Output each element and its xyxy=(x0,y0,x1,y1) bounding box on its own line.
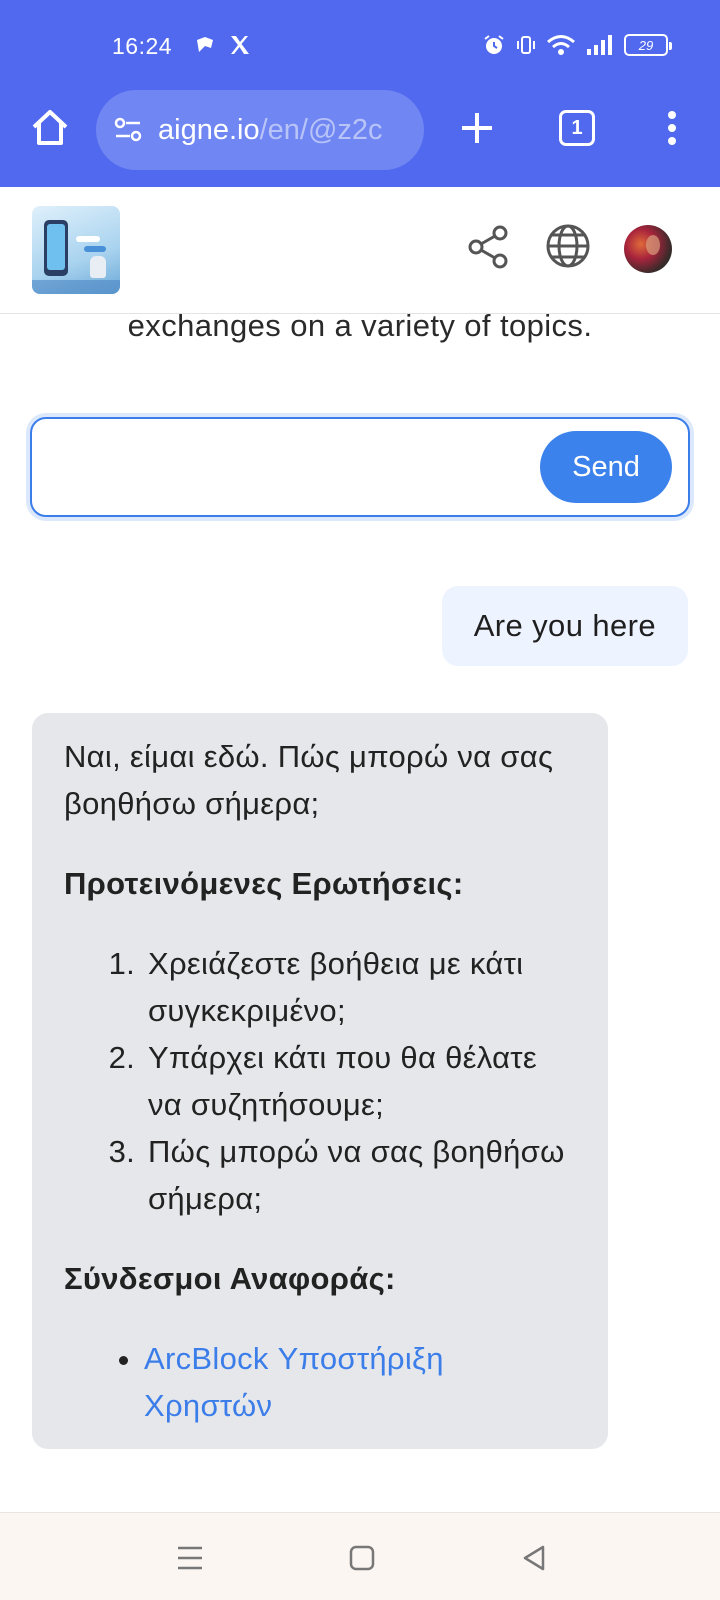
suggested-question[interactable]: Πώς μπορώ να σας βοηθήσω σήμερα; xyxy=(144,1128,576,1222)
game-controller-icon xyxy=(193,34,217,61)
suggested-questions-heading: Προτεινόμενες Ερωτήσεις: xyxy=(64,866,464,901)
browser-chrome: 16:24 29 aigne.io/en/@z2c 1 xyxy=(0,0,720,187)
home-icon xyxy=(32,110,68,145)
share-icon xyxy=(468,225,508,269)
user-avatar[interactable] xyxy=(624,225,672,273)
system-nav-bar xyxy=(0,1512,720,1600)
status-notification-icons xyxy=(193,34,251,61)
new-tab-button[interactable] xyxy=(452,100,502,156)
suggested-question[interactable]: Υπάρχει κάτι που θα θέλατε να συζητήσουμ… xyxy=(144,1034,576,1128)
more-vert-icon xyxy=(668,111,676,145)
tabs-icon: 1 xyxy=(559,110,595,146)
tab-switcher-button[interactable]: 1 xyxy=(552,100,602,156)
browser-menu-button[interactable] xyxy=(650,100,694,156)
signal-icon xyxy=(585,33,615,57)
back-triangle-icon xyxy=(523,1545,545,1571)
vibrate-icon xyxy=(515,33,537,57)
url-host: aigne.io xyxy=(158,113,260,146)
app-logo[interactable] xyxy=(32,206,120,294)
send-button[interactable]: Send xyxy=(540,431,672,503)
suggested-questions-list: Χρειάζεστε βοήθεια με κάτι συγκεκριμένο;… xyxy=(64,940,576,1222)
wifi-icon xyxy=(546,33,576,57)
reference-links-list: ArcBlock Υποστήριξη Χρηστών xyxy=(64,1335,576,1429)
recent-apps-button[interactable] xyxy=(173,1541,207,1575)
suggested-question[interactable]: Χρειάζεστε βοήθεια με κάτι συγκεκριμένο; xyxy=(144,940,576,1034)
url-text: aigne.io/en/@z2c xyxy=(158,114,383,147)
home-button[interactable] xyxy=(24,100,76,156)
chat-input-box: Send xyxy=(30,417,690,517)
user-message: Are you here xyxy=(441,586,688,666)
globe-icon xyxy=(546,224,590,268)
chat-input[interactable] xyxy=(48,433,548,503)
site-settings-icon[interactable] xyxy=(112,114,144,146)
assistant-message: Ναι, είμαι εδώ. Πώς μπορώ να σας βοηθήσω… xyxy=(32,713,608,1449)
language-button[interactable] xyxy=(545,223,591,269)
menu-lines-icon xyxy=(178,1546,202,1570)
address-bar[interactable]: aigne.io/en/@z2c xyxy=(96,90,424,170)
chat-composer: Send xyxy=(26,413,694,521)
share-button[interactable] xyxy=(466,224,512,270)
battery-icon: 29 xyxy=(624,34,672,56)
system-back-button[interactable] xyxy=(517,1541,551,1575)
system-home-button[interactable] xyxy=(345,1541,379,1575)
square-icon xyxy=(349,1545,375,1571)
url-path: /en/@z2c xyxy=(259,113,383,146)
status-system-icons: 29 xyxy=(482,33,672,57)
x-logo-icon xyxy=(229,34,251,61)
status-bar: 16:24 29 xyxy=(0,0,720,95)
site-header xyxy=(0,187,720,314)
intro-text: exchanges on a variety of topics. xyxy=(127,308,593,343)
status-time: 16:24 xyxy=(112,33,173,59)
assistant-greeting: Ναι, είμαι εδώ. Πώς μπορώ να σας βοηθήσω… xyxy=(64,739,554,821)
browser-toolbar: aigne.io/en/@z2c 1 xyxy=(0,88,720,172)
reference-links-heading: Σύνδεσμοι Αναφοράς: xyxy=(64,1261,396,1296)
reference-link[interactable]: ArcBlock Υποστήριξη Χρηστών xyxy=(144,1341,444,1423)
reference-link-item: ArcBlock Υποστήριξη Χρηστών xyxy=(144,1335,576,1429)
alarm-icon xyxy=(482,33,506,57)
plus-icon xyxy=(462,113,492,143)
